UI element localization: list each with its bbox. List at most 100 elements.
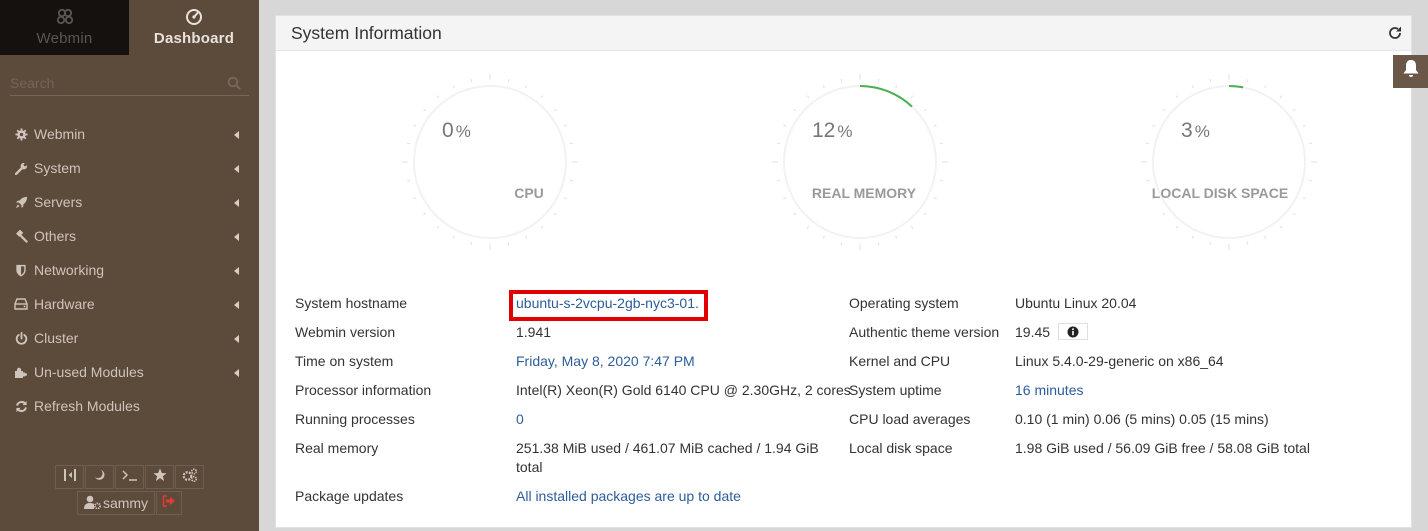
notifications-button[interactable]	[1393, 55, 1428, 88]
info-label: Package updates	[295, 488, 404, 504]
sidebar-item-others[interactable]: Others	[0, 219, 259, 253]
system-uptime-link[interactable]: 16 minutes	[1015, 382, 1083, 398]
gauge-tick	[840, 79, 843, 83]
info-label: Local disk space	[849, 440, 953, 456]
search-input[interactable]	[10, 72, 249, 94]
tab-webmin-label: Webmin	[36, 30, 93, 47]
info-label: System uptime	[849, 382, 942, 398]
local-disk-space-gauge: 3% LOCAL DISK SPACE	[1139, 72, 1319, 252]
gauge-tick	[1279, 225, 1283, 229]
theme-info-button[interactable]	[1058, 322, 1089, 340]
gauge-tick	[540, 95, 544, 99]
gauge-tick	[1279, 95, 1283, 99]
panel-title: System Information	[291, 22, 442, 43]
sidebar-bottom-toolbar: sammy	[0, 465, 259, 515]
gauge-tick	[436, 95, 440, 99]
refresh-button[interactable]	[1387, 25, 1403, 46]
gauge-tick	[1308, 142, 1312, 145]
panel-header: System Information	[276, 16, 1411, 51]
real-memory-gauge: 12% REAL MEMORY	[770, 72, 950, 252]
info-value: 0.10 (1 min) 0.06 (5 mins) 0.05 (15 mins…	[1015, 411, 1269, 427]
gauge-tick	[540, 225, 544, 229]
sidebar-item-refresh-modules[interactable]: Refresh Modules	[0, 389, 259, 423]
sidebar-item-label: Webmin	[34, 126, 86, 142]
user-profile-button[interactable]: sammy	[76, 491, 156, 515]
info-label: Real memory	[295, 440, 379, 456]
gauge-tick	[1191, 235, 1194, 239]
gauge-tick	[910, 225, 914, 229]
tab-webmin[interactable]: Webmin	[0, 0, 129, 55]
gauge-label: REAL MEMORY	[811, 185, 917, 201]
info-value: Ubuntu Linux 20.04	[1015, 295, 1137, 311]
cpu-gauge-dial	[402, 74, 578, 250]
running-processes-link[interactable]: 0	[516, 411, 524, 427]
gauge-tick	[413, 124, 417, 127]
theme-settings-cogs-icon	[182, 467, 198, 487]
package-updates-link[interactable]: All installed packages are up to date	[516, 488, 741, 504]
favorites-button[interactable]	[145, 465, 174, 489]
gauge-tick	[452, 235, 455, 239]
toggle-sidebar-button[interactable]	[55, 465, 84, 489]
info-value: Linux 5.4.0-29-generic on x86_64	[1015, 353, 1224, 369]
sidebar-item-label: Servers	[34, 194, 83, 210]
theme-settings-button[interactable]	[175, 465, 204, 489]
gauge-tick	[933, 124, 937, 127]
info-circle-icon	[1067, 326, 1079, 338]
user-cog-icon	[83, 495, 101, 512]
gauge-tick	[840, 241, 843, 245]
sidebar-item-servers[interactable]: Servers	[0, 185, 259, 219]
time-on-system-link[interactable]: Friday, May 8, 2020 7:47 PM	[516, 353, 695, 369]
caret-left-icon	[234, 131, 239, 139]
info-label: System hostname	[295, 295, 408, 311]
gauge-tick	[452, 85, 455, 89]
gauge-tick	[525, 85, 528, 89]
gauge-tick	[423, 212, 427, 216]
sidebar-item-webmin[interactable]: Webmin	[0, 117, 259, 151]
gauge-tick	[1302, 197, 1306, 200]
gauge-unit: %	[455, 122, 471, 141]
webmin-logo-icon	[56, 8, 74, 26]
gauge-tick	[793, 212, 797, 216]
gauge-tick	[877, 79, 880, 83]
info-label: CPU load averages	[849, 411, 971, 427]
info-label: Kernel and CPU	[849, 353, 951, 369]
sidebar-top-tabs: Webmin Dashboard	[0, 0, 259, 55]
tab-dashboard[interactable]: Dashboard	[129, 0, 259, 55]
shield-icon	[14, 263, 28, 277]
gauge-tick	[822, 235, 825, 239]
gauge-tick	[1264, 235, 1267, 239]
gauge-tick	[777, 179, 781, 182]
hdd-icon	[14, 297, 28, 311]
sidebar-item-unused-modules[interactable]: Un-used Modules	[0, 355, 259, 389]
rocket-icon	[14, 195, 28, 209]
tab-dashboard-label: Dashboard	[153, 30, 235, 47]
sidebar-item-label: Others	[34, 228, 77, 244]
caret-left-icon	[234, 199, 239, 207]
logout-button[interactable]	[156, 491, 183, 515]
wrench-icon	[14, 161, 28, 175]
gauge-tick	[939, 179, 943, 182]
gauge-tick	[1302, 124, 1306, 127]
gauge-value-arc	[859, 85, 913, 108]
username-label: sammy	[102, 495, 149, 511]
info-value: 1.98 GiB used / 56.09 GiB free / 58.08 G…	[1015, 440, 1310, 456]
gauge-tick	[777, 142, 781, 145]
terminal-button[interactable]	[115, 465, 144, 489]
gauge-tick	[1209, 241, 1212, 245]
sidebar-item-hardware[interactable]: Hardware	[0, 287, 259, 321]
puzzle-icon	[14, 365, 28, 379]
gauge-number: 3	[1181, 119, 1193, 142]
sidebar-item-networking[interactable]: Networking	[0, 253, 259, 287]
gauge-tick	[895, 85, 898, 89]
gauge-number: 0	[442, 119, 454, 142]
gauge-tick	[413, 197, 417, 200]
sidebar-item-cluster[interactable]: Cluster	[0, 321, 259, 355]
gauge-tick	[423, 108, 427, 112]
night-mode-button[interactable]	[85, 465, 114, 489]
caret-left-icon	[234, 301, 239, 309]
info-value: 19.45	[1015, 324, 1051, 340]
sidebar-item-system[interactable]: System	[0, 151, 259, 185]
gauge-tick	[1175, 225, 1179, 229]
search-icon[interactable]	[227, 76, 241, 95]
hostname-highlight-box	[509, 290, 708, 321]
